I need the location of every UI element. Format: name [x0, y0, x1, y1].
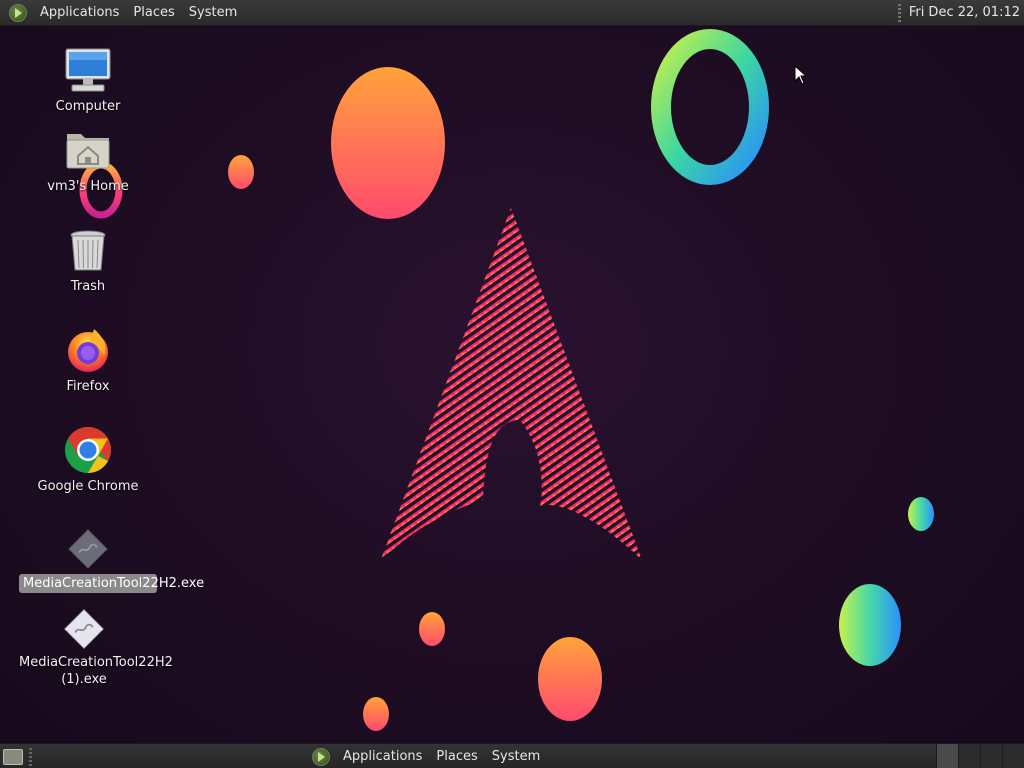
mouse-cursor-icon [794, 65, 808, 85]
bottom-panel: Applications Places System [0, 743, 1024, 768]
desktop-icon-home[interactable]: vm3's Home [18, 126, 158, 195]
exe-icon [64, 609, 104, 649]
menu-system[interactable]: System [485, 749, 547, 764]
chrome-icon [65, 427, 111, 473]
trash-icon [70, 230, 106, 271]
desktop-icon-firefox[interactable]: Firefox [18, 326, 158, 395]
menu-places[interactable]: Places [429, 749, 484, 764]
home-folder-icon [66, 134, 110, 169]
menu-applications[interactable]: Applications [336, 749, 429, 764]
top-panel: Applications Places System Fri Dec 22, 0… [0, 0, 1024, 26]
desktop-icon-label: MediaCreationTool22H2 (1).exe [19, 655, 173, 687]
desktop-icon-label: Google Chrome [37, 479, 139, 494]
desktop-icon-trash[interactable]: Trash [18, 226, 158, 295]
menu-logo-icon[interactable] [9, 3, 27, 22]
computer-icon [65, 48, 111, 92]
exe-icon [68, 529, 108, 569]
desktop-icon-mediacreationtool[interactable]: MediaCreationTool22H2.exe [18, 528, 204, 593]
menu-places[interactable]: Places [126, 5, 181, 20]
desktop-icon-label: vm3's Home [47, 179, 129, 194]
panel-handle[interactable] [29, 747, 32, 766]
desktop-icon-mediacreationtool-1[interactable]: MediaCreationTool22H2 (1).exe [14, 608, 173, 688]
desktop-icon-label: Trash [70, 279, 106, 294]
panel-handle[interactable] [897, 3, 901, 22]
clock-applet[interactable]: Fri Dec 22, 01:12 [890, 0, 1024, 25]
workspace-switcher [936, 744, 1024, 768]
desktop-icon-computer[interactable]: Computer [18, 46, 158, 115]
menu-logo-icon[interactable] [312, 747, 330, 766]
menu-applications[interactable]: Applications [33, 5, 126, 20]
firefox-icon [68, 329, 108, 372]
show-desktop-icon[interactable] [3, 748, 23, 765]
workspace-4[interactable] [1002, 744, 1024, 768]
desktop-icon-label: MediaCreationTool22H2.exe [19, 574, 204, 593]
menu-system[interactable]: System [182, 5, 244, 20]
workspace-1[interactable] [936, 744, 958, 768]
clock-text: Fri Dec 22, 01:12 [908, 5, 1020, 20]
desktop-icon-chrome[interactable]: Google Chrome [18, 426, 158, 495]
desktop-icon-label: Firefox [66, 379, 110, 394]
workspace-2[interactable] [958, 744, 980, 768]
workspace-3[interactable] [980, 744, 1002, 768]
desktop-icon-label: Computer [55, 99, 121, 114]
bottom-menu-bar: Applications Places System [303, 744, 547, 768]
